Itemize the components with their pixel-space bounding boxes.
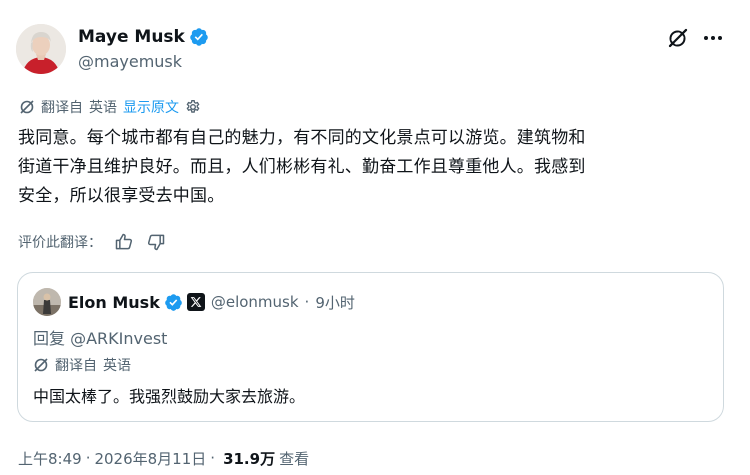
avatar-image [16, 24, 66, 74]
author-block: Maye Musk @mayemusk [78, 25, 209, 71]
thumbs-up-icon[interactable] [114, 232, 134, 252]
quote-separator: · [304, 293, 310, 311]
quote-translation-info: 翻译自 英语 [33, 355, 131, 375]
quote-text: 中国太棒了。我强烈鼓励大家去旅游。 [33, 387, 306, 406]
tweet-text: 我同意。每个城市都有自己的魅力，有不同的文化景点可以游览。建筑物和 街道干净且维… [18, 124, 728, 211]
views-label: 查看 [279, 449, 310, 468]
author-display-name[interactable]: Maye Musk [78, 27, 185, 47]
quote-author-name[interactable]: Elon Musk [68, 293, 160, 312]
translated-from-label: 翻译自 [41, 100, 83, 116]
tweet-text-line: 街道干净且维护良好。而且，人们彬彬有礼、勤奋工作且尊重他人。我感到 [18, 157, 586, 177]
author-handle[interactable]: @mayemusk [78, 52, 209, 71]
post-time[interactable]: 上午8:49 [18, 448, 82, 469]
gear-icon[interactable] [185, 99, 201, 115]
verified-badge-icon[interactable] [189, 27, 209, 47]
quote-source-language: 英语 [103, 358, 131, 374]
translate-icon [33, 357, 49, 373]
quote-timestamp[interactable]: 9小时 [315, 292, 355, 313]
rate-translation-label: 评价此翻译： [18, 235, 102, 251]
avatar-image [33, 288, 61, 316]
source-language: 英语 [89, 100, 117, 116]
grok-icon[interactable] [666, 26, 690, 50]
verified-badge-icon[interactable] [164, 293, 183, 312]
author-avatar[interactable] [16, 24, 66, 74]
footer-separator: · [85, 449, 91, 467]
quote-author-avatar[interactable] [33, 288, 61, 316]
views-count: 31.9万 [223, 449, 276, 468]
translation-info: 翻译自 英语 显示原文 [19, 97, 201, 117]
quoted-tweet[interactable]: Elon Musk @elonmusk · 9小时 回复 @ARKInvest [17, 272, 724, 422]
post-date[interactable]: 2026年8月11日 [94, 448, 206, 469]
quote-translated-from-label: 翻译自 [55, 358, 97, 374]
tweet-detail: Maye Musk @mayemusk 翻译自 英语 显示原文 我同意。每个城市… [0, 0, 750, 475]
rate-translation: 评价此翻译： [18, 231, 166, 253]
quote-header: Elon Musk @elonmusk · 9小时 [68, 290, 355, 314]
tweet-text-line: 我同意。每个城市都有自己的魅力，有不同的文化景点可以游览。建筑物和 [18, 128, 586, 148]
footer-separator: · [210, 449, 216, 467]
quote-reply-to[interactable]: 回复 @ARKInvest [33, 325, 167, 349]
quote-author-handle[interactable]: @elonmusk [211, 293, 299, 311]
show-original-link[interactable]: 显示原文 [123, 97, 179, 117]
more-icon[interactable] [700, 26, 726, 50]
x-affiliate-icon[interactable] [186, 293, 205, 311]
translate-icon [19, 99, 35, 115]
thumbs-down-icon[interactable] [146, 232, 166, 252]
tweet-footer: 上午8:49 · 2026年8月11日 · 31.9万 查看 [18, 447, 309, 469]
tweet-text-line: 安全，所以很享受去中国。 [18, 186, 225, 206]
